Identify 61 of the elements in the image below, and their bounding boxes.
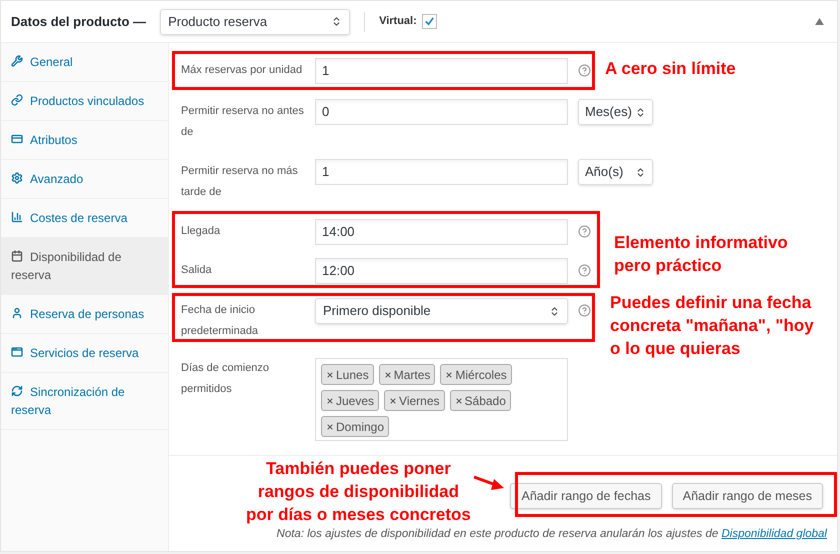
field-label: Salida bbox=[181, 263, 213, 278]
start-date-select[interactable]: Primero disponible bbox=[315, 298, 568, 324]
sidebar-tab[interactable]: Disponibilidad de reserva bbox=[1, 238, 168, 295]
text-input[interactable]: 1 bbox=[315, 58, 568, 84]
help-icon[interactable] bbox=[578, 225, 591, 238]
annotation-text: A cero sin límite bbox=[605, 58, 736, 80]
annotation-text: Elemento informativo pero práctico bbox=[614, 232, 788, 277]
updown-arrows-icon bbox=[635, 106, 646, 118]
remove-icon[interactable] bbox=[326, 422, 334, 430]
virtual-checkbox[interactable] bbox=[422, 14, 437, 29]
remove-icon[interactable] bbox=[326, 370, 334, 378]
unit-select[interactable]: Mes(es) bbox=[578, 99, 653, 125]
annotation-arrow bbox=[472, 474, 506, 492]
product-type-select[interactable]: Producto reserva bbox=[160, 8, 350, 34]
panel-title: Datos del producto — bbox=[11, 12, 146, 31]
text-input[interactable]: 14:00 bbox=[315, 219, 568, 245]
text-input[interactable]: 12:00 bbox=[315, 258, 568, 284]
updown-arrows-icon bbox=[549, 306, 560, 316]
day-tag[interactable]: Lunes bbox=[321, 364, 374, 385]
remove-icon[interactable] bbox=[445, 370, 454, 378]
field-label: Fecha de inicio predeterminada bbox=[181, 303, 260, 339]
help-icon[interactable] bbox=[578, 264, 591, 277]
bar-chart-icon bbox=[11, 211, 23, 223]
sync-icon bbox=[11, 385, 23, 397]
text-input[interactable]: 0 bbox=[315, 99, 568, 125]
table-icon bbox=[11, 133, 23, 145]
day-tag[interactable]: Sábado bbox=[450, 390, 511, 411]
user-icon bbox=[11, 307, 23, 319]
add-range-button[interactable]: Añadir rango de meses bbox=[672, 483, 823, 509]
availability-note: Nota: los ajustes de disponibilidad en este producto de reserva anularán los ajustes de Disponibilidad global bbox=[276, 527, 827, 542]
day-tag[interactable]: Jueves bbox=[321, 390, 380, 411]
virtual-label: Virtual: bbox=[379, 14, 417, 30]
remove-icon[interactable] bbox=[454, 396, 463, 404]
field-label: Permitir reserva no más tarde de bbox=[181, 164, 299, 200]
text-input[interactable]: 1 bbox=[315, 159, 568, 185]
remove-icon[interactable] bbox=[384, 370, 392, 378]
annotation-text: También puedes poner rangos de disponibilidad por días o meses concretos bbox=[246, 458, 471, 526]
gear-icon bbox=[11, 172, 23, 184]
window-icon bbox=[11, 346, 23, 358]
field-label: Días de comienzo permitidos bbox=[181, 361, 270, 397]
days-multiselect[interactable]: Lunes Martes Miércoles Jueves Viernes Sábado Domingo bbox=[315, 358, 568, 441]
calendar-icon bbox=[11, 250, 23, 262]
day-tag[interactable]: Domingo bbox=[321, 416, 390, 437]
remove-icon[interactable] bbox=[389, 396, 398, 404]
global-availability-link[interactable]: Disponibilidad global bbox=[722, 528, 827, 540]
annotation-text: Puedes definir una fecha concreta "mañana", "hoy o lo que quieras bbox=[610, 292, 814, 360]
collapse-icon[interactable] bbox=[815, 18, 824, 25]
unit-select[interactable]: Año(s) bbox=[578, 159, 653, 185]
day-tag[interactable]: Viernes bbox=[384, 390, 445, 411]
updown-arrows-icon bbox=[635, 166, 646, 178]
day-tag[interactable]: Martes bbox=[378, 364, 436, 385]
remove-icon[interactable] bbox=[326, 396, 334, 404]
day-tag[interactable]: Miércoles bbox=[440, 364, 512, 385]
help-icon[interactable] bbox=[578, 304, 591, 317]
help-icon[interactable] bbox=[578, 64, 591, 77]
add-range-button[interactable]: Añadir rango de fechas bbox=[510, 483, 662, 509]
field-label: Máx reservas por unidad bbox=[181, 63, 304, 78]
field-label: Permitir reserva no antes de bbox=[181, 104, 305, 140]
wrench-icon bbox=[11, 55, 23, 67]
link-icon bbox=[11, 94, 23, 106]
field-label: Llegada bbox=[181, 224, 222, 239]
